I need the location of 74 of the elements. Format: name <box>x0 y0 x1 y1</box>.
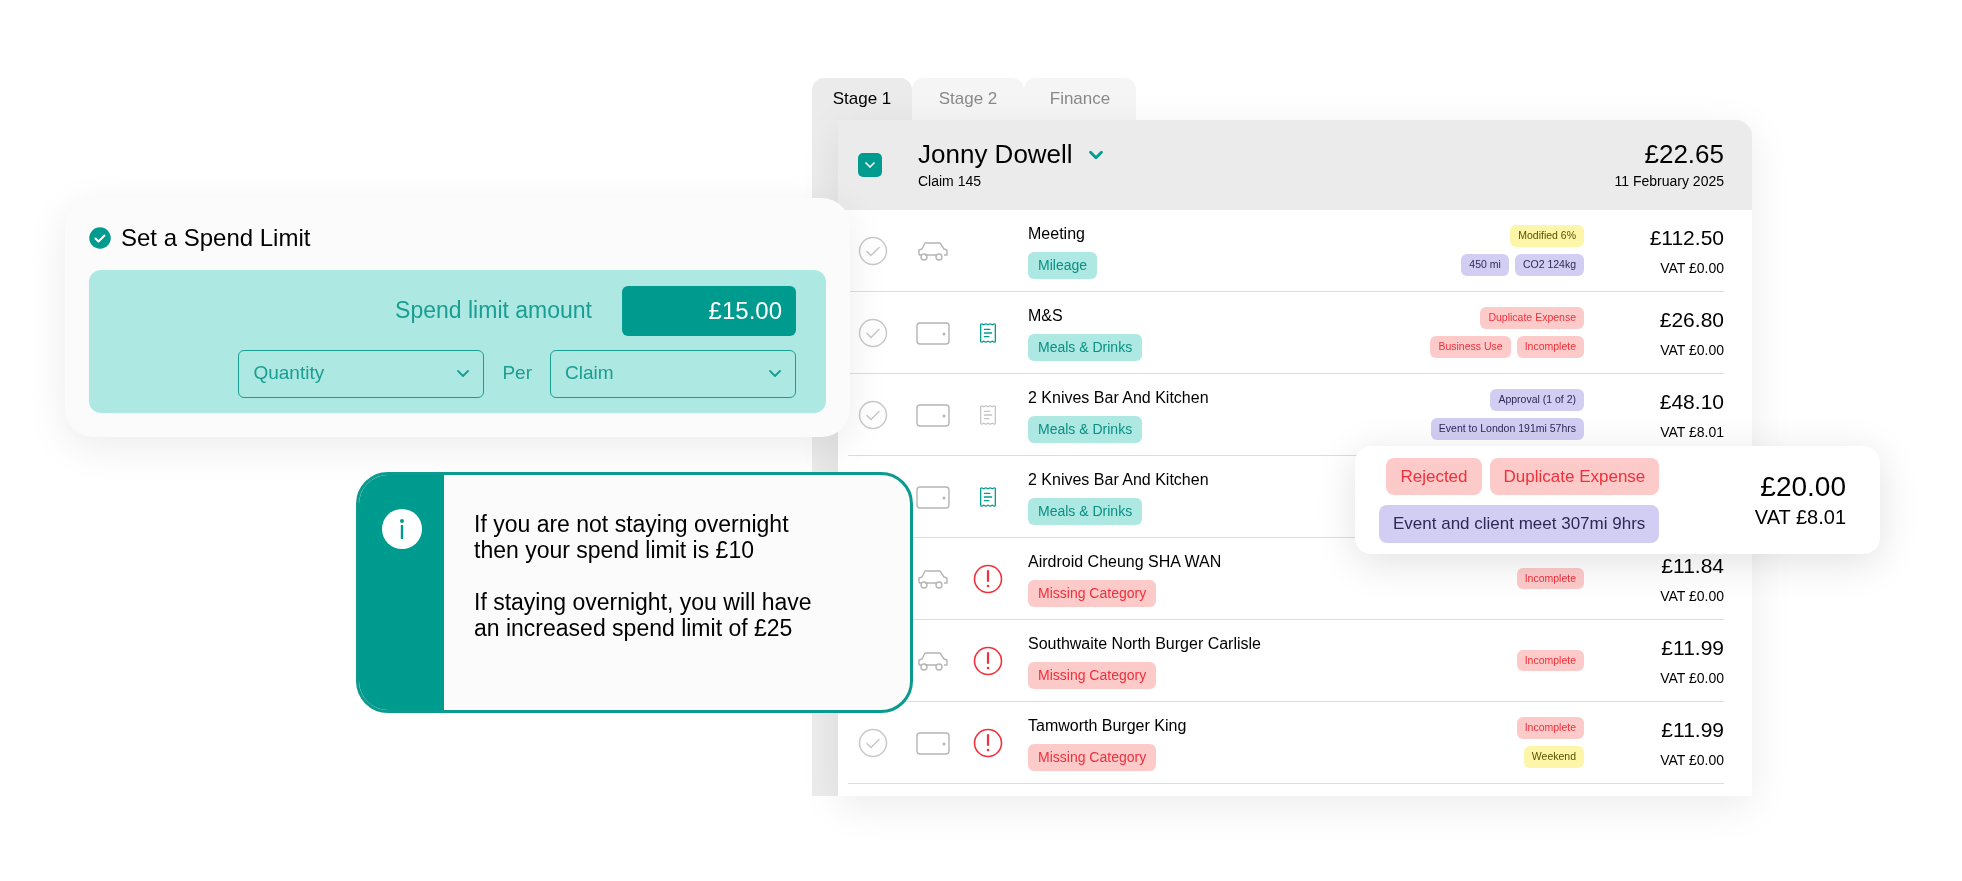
category-tag: Meals & Drinks <box>1028 416 1143 443</box>
expense-amount: £11.99 <box>1661 635 1724 662</box>
receipt-icon[interactable] <box>977 321 999 344</box>
category-tag: Missing Category <box>1028 662 1157 689</box>
status-tag: Duplicate Expense <box>1480 307 1584 329</box>
wallet-icon <box>916 320 950 345</box>
info-text: If staying overnight, you will have an increased spend limit of £25 <box>474 589 813 641</box>
vat-amount: VAT £8.01 <box>1660 422 1724 442</box>
check-circle-icon[interactable] <box>858 317 888 348</box>
status-tag: Incomplete <box>1516 567 1584 590</box>
category-tag: Missing Category <box>1028 744 1157 771</box>
expense-title: Meeting <box>1028 224 1085 244</box>
category-tag: Mileage <box>1028 252 1098 279</box>
chevron-down-icon <box>769 370 781 377</box>
status-tag: Weekend <box>1523 746 1584 768</box>
expense-title: 2 Knives Bar And Kitchen <box>1028 388 1209 408</box>
expense-amount: £48.10 <box>1659 389 1724 416</box>
expense-title: Southwaite North Burger Carlisle <box>1028 634 1261 654</box>
status-tag: Event and client meet 307mi 9hrs <box>1379 505 1660 543</box>
check-icon[interactable] <box>89 227 111 249</box>
receipt-icon[interactable] <box>977 485 999 508</box>
check-circle-icon[interactable] <box>858 399 888 430</box>
wallet-icon <box>916 402 950 427</box>
measure-dropdown[interactable]: Quantity <box>238 349 485 398</box>
wallet-icon <box>916 730 950 755</box>
expense-amount: £26.80 <box>1659 307 1724 334</box>
status-tag: 450 mi <box>1461 254 1509 276</box>
stage-tab[interactable]: Stage 2 <box>912 78 1024 120</box>
expense-amount: £112.50 <box>1649 225 1724 252</box>
status-tag: Duplicate Expense <box>1489 457 1660 495</box>
expense-title: Tamworth Burger King <box>1028 716 1187 736</box>
chevron-down-icon <box>457 370 470 377</box>
status-tag: Incomplete <box>1516 649 1584 672</box>
vat-amount: VAT £0.00 <box>1660 586 1724 606</box>
vat-amount: VAT £0.00 <box>1660 668 1724 688</box>
wallet-icon <box>916 484 950 509</box>
check-circle-icon[interactable] <box>858 727 888 758</box>
per-label: Per <box>502 361 532 386</box>
claimant-name: Jonny Dowell <box>918 138 1073 171</box>
status-tag: Rejected <box>1386 457 1482 495</box>
field-label: Spend limit amount <box>395 296 592 326</box>
receipt-icon[interactable] <box>977 403 999 426</box>
claim-date: 11 February 2025 <box>1614 171 1724 191</box>
info-icon <box>381 509 422 549</box>
vat-amount: VAT £0.00 <box>1660 750 1724 770</box>
check-circle-icon[interactable] <box>858 235 888 266</box>
status-tag: Approval (1 of 2) <box>1490 389 1584 411</box>
status-tag: CO2 124kg <box>1514 254 1584 276</box>
status-tag: Incomplete <box>1516 717 1584 739</box>
period-dropdown[interactable]: Claim <box>550 349 796 398</box>
claim-number: Claim 145 <box>918 171 983 191</box>
expense-title: 2 Knives Bar And Kitchen <box>1028 470 1209 490</box>
expense-amount: £11.99 <box>1661 717 1724 744</box>
card-title: Set a Spend Limit <box>121 223 311 253</box>
vat-amount: VAT £0.00 <box>1660 258 1724 278</box>
popup-vat: VAT £8.01 <box>1754 507 1846 527</box>
vat-amount: VAT £0.00 <box>1660 340 1724 360</box>
category-tag: Meals & Drinks <box>1028 498 1143 525</box>
stage-tab[interactable]: Finance <box>1024 78 1136 120</box>
category-tag: Missing Category <box>1028 580 1157 607</box>
status-tag: Incomplete <box>1516 336 1584 358</box>
info-text: If you are not staying overnight then your spend limit is £10 <box>474 511 790 563</box>
expense-title: Airdroid Cheung SHA WAN <box>1028 552 1222 572</box>
popup-amount: £20.00 <box>1760 473 1846 501</box>
expense-title: M&S <box>1028 306 1063 326</box>
status-tag: Modified 6% <box>1510 225 1584 247</box>
select-checkbox[interactable] <box>858 153 882 177</box>
category-tag: Meals & Drinks <box>1028 334 1143 361</box>
expense-amount: £11.84 <box>1661 553 1724 580</box>
stage-tab[interactable]: Stage 1 <box>812 78 912 120</box>
status-tag: Business Use <box>1430 336 1511 358</box>
status-tag: Event to London 191mi 57hrs <box>1430 418 1584 440</box>
amount-field[interactable]: £15.00 <box>622 285 796 336</box>
claim-total: £22.65 <box>1644 138 1724 171</box>
